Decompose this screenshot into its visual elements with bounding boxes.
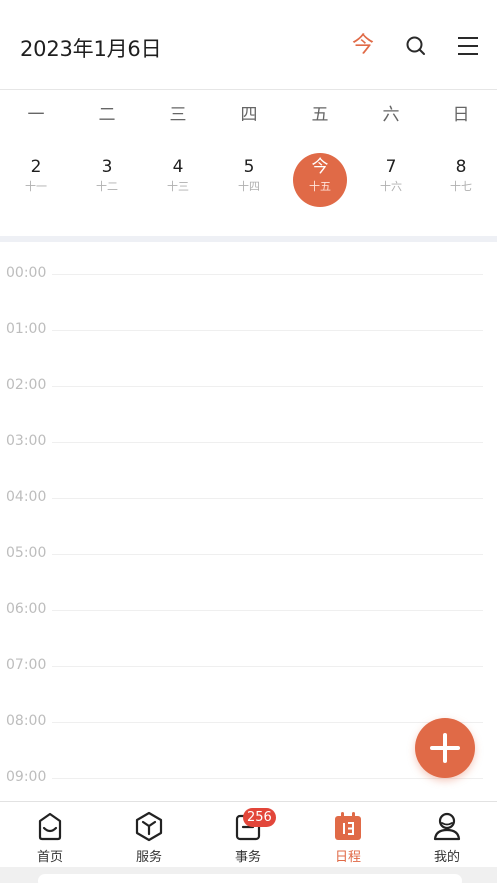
hour-label: 07:00	[6, 657, 47, 673]
lunar-date: 十六	[380, 180, 402, 193]
tab-service[interactable]: 服务	[99, 802, 199, 868]
hour-row[interactable]: 06:00	[0, 593, 497, 649]
weekday-label: 三	[169, 105, 187, 125]
weekday-label: 五	[311, 105, 329, 125]
hour-label: 05:00	[6, 545, 47, 561]
hour-label: 00:00	[6, 265, 47, 281]
hour-line	[52, 442, 483, 443]
weekday-label: 四	[240, 105, 258, 125]
tab-label: 首页	[36, 850, 63, 865]
search-icon[interactable]	[404, 34, 428, 58]
date-cell[interactable]: 4 十三	[148, 150, 208, 210]
tab-tasks[interactable]: 256 事务	[198, 802, 298, 868]
tab-schedule[interactable]: 日程	[298, 802, 398, 868]
page-title[interactable]: 2023年1月6日	[20, 33, 162, 63]
plus-icon	[430, 733, 460, 763]
hour-line	[52, 274, 483, 275]
hour-line	[52, 722, 483, 723]
weekday-label: 二	[98, 105, 116, 125]
hour-line	[52, 554, 483, 555]
date-number: 今	[311, 157, 329, 177]
section-divider	[0, 236, 497, 242]
tab-label: 我的	[433, 850, 460, 865]
date-cell[interactable]: 2 十一	[6, 150, 66, 210]
hour-line	[52, 778, 483, 779]
date-number: 7	[385, 157, 397, 177]
date-row: 2 十一 3 十二 4 十三 5 十四 今 十五 7 十六 8 十七	[0, 150, 497, 210]
hour-row[interactable]: 01:00	[0, 313, 497, 369]
home-icon	[35, 810, 65, 842]
date-cell[interactable]: 3 十二	[77, 150, 137, 210]
hour-row[interactable]: 04:00	[0, 481, 497, 537]
lunar-date: 十一	[25, 180, 47, 193]
tab-label: 服务	[135, 850, 162, 865]
notification-badge: 256	[243, 808, 276, 827]
hour-row[interactable]: 03:00	[0, 425, 497, 481]
date-cell-today[interactable]: 今 十五	[290, 150, 350, 210]
today-button[interactable]: 今	[351, 32, 375, 60]
date-cell[interactable]: 8 十七	[431, 150, 491, 210]
date-number: 4	[172, 157, 184, 177]
date-number: 2	[30, 157, 42, 177]
weekday-label: 一	[27, 105, 45, 125]
hour-label: 04:00	[6, 489, 47, 505]
hour-line	[52, 386, 483, 387]
hour-row[interactable]: 00:00	[0, 257, 497, 313]
hour-label: 01:00	[6, 321, 47, 337]
hour-row[interactable]: 02:00	[0, 369, 497, 425]
user-icon	[432, 810, 462, 842]
bottom-tab-bar: 首页 服务 256 事务 日程 我的	[0, 801, 497, 867]
header-bar: 2023年1月6日 今	[0, 0, 497, 90]
date-number: 8	[455, 157, 467, 177]
weekday-label: 日	[452, 105, 470, 125]
lunar-date: 十四	[238, 180, 260, 193]
lunar-date: 十二	[96, 180, 118, 193]
hour-line	[52, 498, 483, 499]
lunar-date: 十七	[450, 180, 472, 193]
cube-icon	[134, 810, 164, 842]
hour-label: 09:00	[6, 769, 47, 785]
add-event-button[interactable]	[415, 718, 475, 778]
lunar-date: 十三	[167, 180, 189, 193]
weekday-row: 一 二 三 四 五 六 日	[0, 100, 497, 130]
tab-home[interactable]: 首页	[0, 802, 100, 868]
tab-label: 事务	[234, 850, 261, 865]
menu-icon[interactable]	[456, 34, 480, 58]
lunar-date: 十五	[309, 180, 331, 193]
hour-row[interactable]: 05:00	[0, 537, 497, 593]
hour-label: 06:00	[6, 601, 47, 617]
date-cell[interactable]: 5 十四	[219, 150, 279, 210]
date-number: 5	[243, 157, 255, 177]
hour-row[interactable]: 07:00	[0, 649, 497, 705]
tab-label: 日程	[334, 850, 361, 865]
hour-label: 08:00	[6, 713, 47, 729]
home-indicator-area	[38, 874, 462, 888]
hour-label: 02:00	[6, 377, 47, 393]
hour-label: 03:00	[6, 433, 47, 449]
day-timeline[interactable]: 00:00 01:00 02:00 03:00 04:00 05:00 06:0…	[0, 250, 497, 800]
tab-profile[interactable]: 我的	[397, 802, 497, 868]
date-cell[interactable]: 7 十六	[361, 150, 421, 210]
date-number: 3	[101, 157, 113, 177]
hour-line	[52, 666, 483, 667]
hour-line	[52, 330, 483, 331]
calendar-icon	[333, 810, 363, 842]
hour-line	[52, 610, 483, 611]
weekday-label: 六	[382, 105, 400, 125]
